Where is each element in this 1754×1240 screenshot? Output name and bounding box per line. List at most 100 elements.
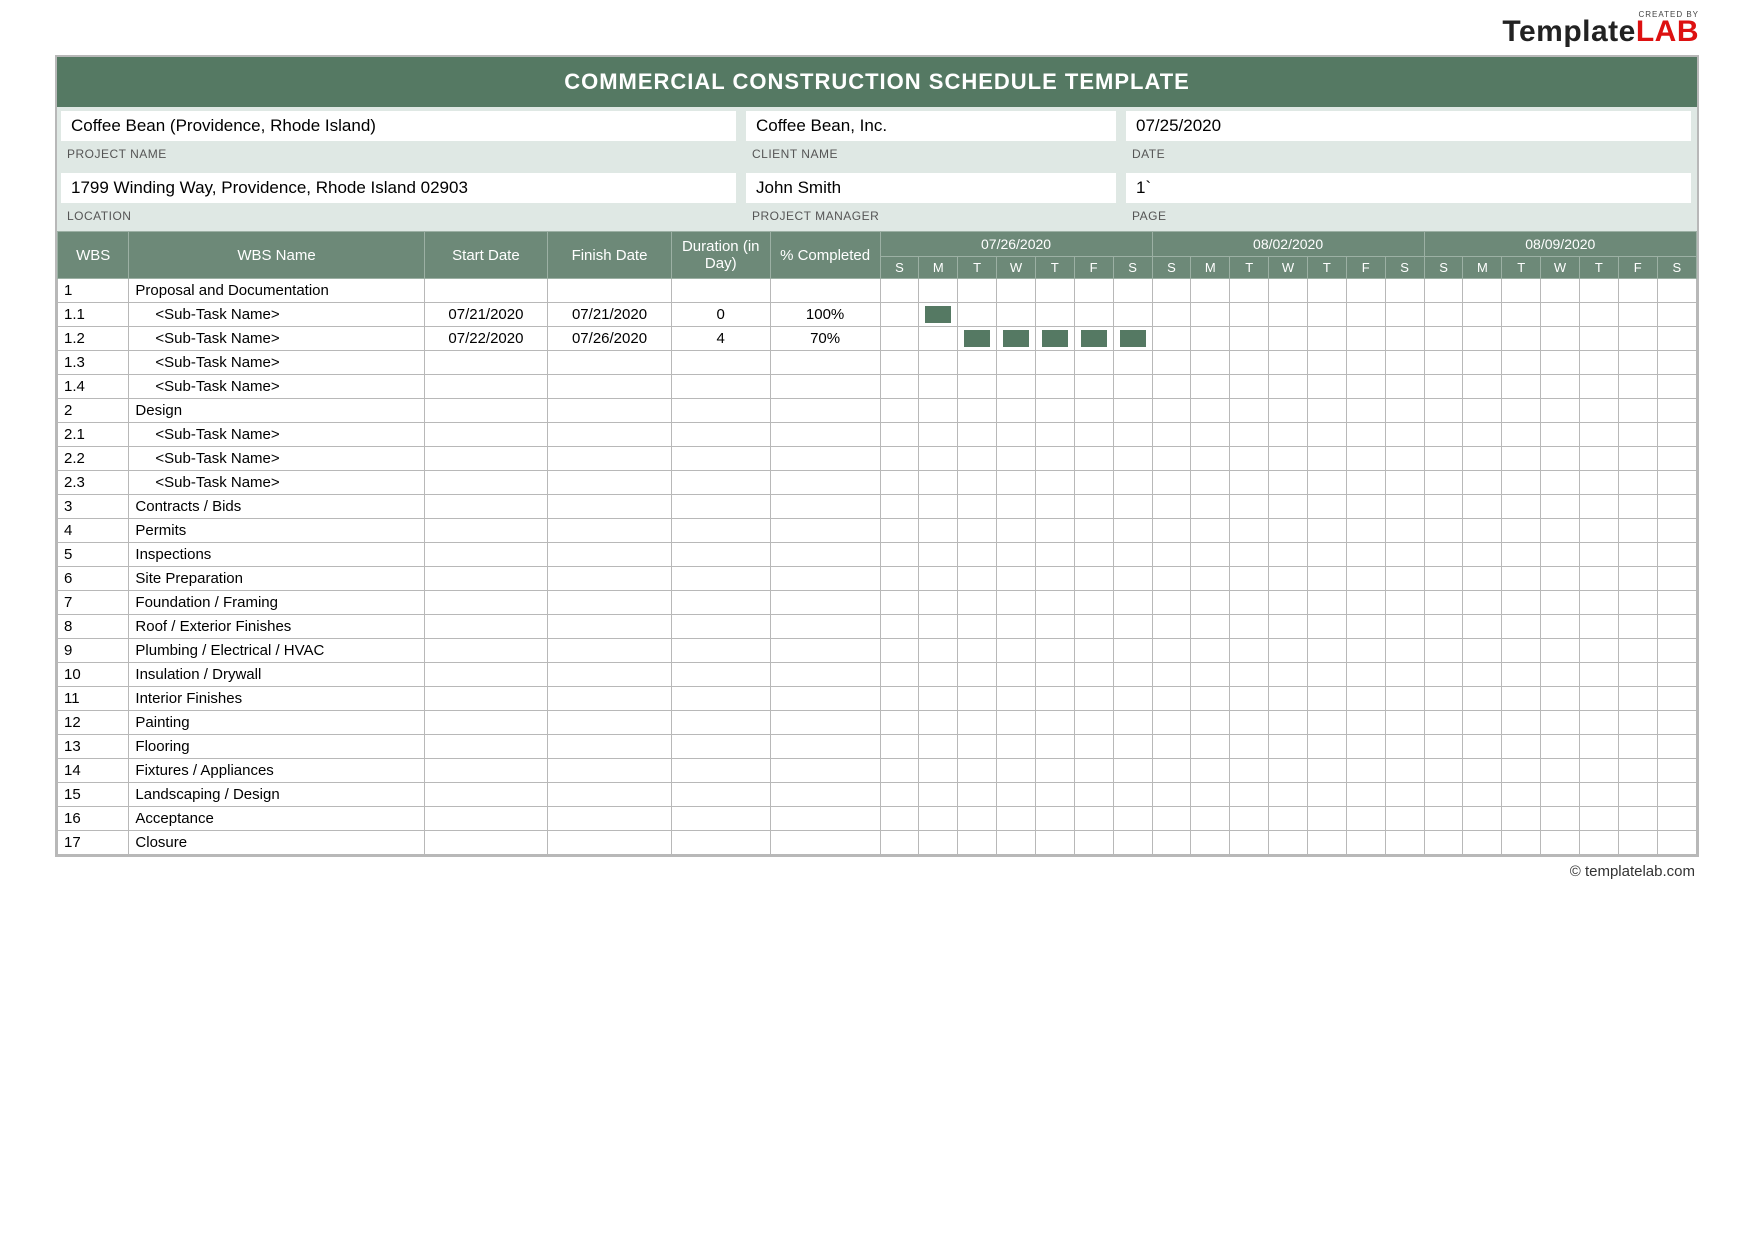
gantt-cell[interactable]	[1502, 711, 1541, 735]
gantt-cell[interactable]	[919, 759, 958, 783]
gantt-cell[interactable]	[1269, 447, 1308, 471]
gantt-cell[interactable]	[1346, 807, 1385, 831]
gantt-cell[interactable]	[1502, 423, 1541, 447]
gantt-cell[interactable]	[1424, 591, 1463, 615]
gantt-cell[interactable]	[1463, 759, 1502, 783]
gantt-cell[interactable]	[958, 279, 997, 303]
gantt-cell[interactable]	[997, 375, 1036, 399]
gantt-cell[interactable]	[958, 783, 997, 807]
cell-name[interactable]: Fixtures / Appliances	[129, 759, 424, 783]
gantt-cell[interactable]	[1113, 519, 1152, 543]
gantt-cell[interactable]	[1152, 735, 1191, 759]
cell-name[interactable]: Permits	[129, 519, 424, 543]
gantt-cell[interactable]	[958, 303, 997, 327]
gantt-cell[interactable]	[1579, 759, 1618, 783]
gantt-cell[interactable]	[1424, 759, 1463, 783]
gantt-cell[interactable]	[1541, 351, 1580, 375]
cell-name[interactable]: Insulation / Drywall	[129, 663, 424, 687]
cell-pct[interactable]	[770, 711, 880, 735]
gantt-cell[interactable]	[1385, 543, 1424, 567]
gantt-cell[interactable]	[880, 327, 919, 351]
gantt-cell[interactable]	[880, 495, 919, 519]
cell-duration[interactable]	[671, 279, 770, 303]
gantt-cell[interactable]	[1346, 447, 1385, 471]
gantt-cell[interactable]	[1307, 279, 1346, 303]
cell-wbs[interactable]: 5	[58, 543, 129, 567]
gantt-cell[interactable]	[1463, 711, 1502, 735]
gantt-cell[interactable]	[1424, 639, 1463, 663]
gantt-cell[interactable]	[958, 759, 997, 783]
gantt-cell[interactable]	[1191, 567, 1230, 591]
gantt-cell[interactable]	[1269, 519, 1308, 543]
cell-start[interactable]	[424, 543, 548, 567]
gantt-cell[interactable]	[880, 615, 919, 639]
gantt-cell[interactable]	[1502, 783, 1541, 807]
gantt-cell[interactable]	[1152, 375, 1191, 399]
gantt-cell[interactable]	[1385, 423, 1424, 447]
gantt-cell[interactable]	[1035, 759, 1074, 783]
gantt-cell[interactable]	[1113, 447, 1152, 471]
gantt-cell[interactable]	[1074, 567, 1113, 591]
gantt-cell[interactable]	[1424, 375, 1463, 399]
gantt-cell[interactable]	[1502, 687, 1541, 711]
gantt-cell[interactable]	[1307, 375, 1346, 399]
gantt-cell[interactable]	[1541, 711, 1580, 735]
gantt-cell[interactable]	[880, 687, 919, 711]
gantt-cell[interactable]	[997, 831, 1036, 855]
cell-finish[interactable]	[548, 471, 672, 495]
gantt-cell[interactable]	[1541, 615, 1580, 639]
gantt-cell[interactable]	[1424, 303, 1463, 327]
gantt-cell[interactable]	[1618, 399, 1657, 423]
gantt-cell[interactable]	[1230, 279, 1269, 303]
cell-name[interactable]: Plumbing / Electrical / HVAC	[129, 639, 424, 663]
gantt-cell[interactable]	[1579, 663, 1618, 687]
gantt-cell[interactable]	[1191, 279, 1230, 303]
gantt-cell[interactable]	[1113, 279, 1152, 303]
cell-duration[interactable]	[671, 711, 770, 735]
gantt-cell[interactable]	[1579, 591, 1618, 615]
gantt-cell[interactable]	[1657, 447, 1696, 471]
gantt-cell[interactable]	[997, 399, 1036, 423]
gantt-cell[interactable]	[919, 711, 958, 735]
gantt-cell[interactable]	[1113, 639, 1152, 663]
gantt-cell[interactable]	[1230, 735, 1269, 759]
gantt-cell[interactable]	[1035, 375, 1074, 399]
gantt-cell[interactable]	[880, 447, 919, 471]
gantt-cell[interactable]	[1541, 279, 1580, 303]
gantt-cell[interactable]	[1424, 279, 1463, 303]
gantt-cell[interactable]	[1424, 783, 1463, 807]
gantt-cell[interactable]	[1230, 567, 1269, 591]
cell-finish[interactable]	[548, 279, 672, 303]
cell-finish[interactable]	[548, 639, 672, 663]
cell-duration[interactable]	[671, 687, 770, 711]
cell-wbs[interactable]: 2	[58, 399, 129, 423]
gantt-cell[interactable]	[880, 783, 919, 807]
gantt-cell[interactable]	[1463, 735, 1502, 759]
gantt-cell[interactable]	[1269, 639, 1308, 663]
gantt-cell[interactable]	[1579, 375, 1618, 399]
gantt-cell[interactable]	[1502, 399, 1541, 423]
gantt-cell[interactable]	[1191, 591, 1230, 615]
gantt-cell[interactable]	[919, 639, 958, 663]
cell-name[interactable]: Inspections	[129, 543, 424, 567]
gantt-cell[interactable]	[1385, 519, 1424, 543]
gantt-cell[interactable]	[1541, 399, 1580, 423]
gantt-cell[interactable]	[1074, 663, 1113, 687]
gantt-cell[interactable]	[1307, 831, 1346, 855]
gantt-cell[interactable]	[919, 783, 958, 807]
cell-wbs[interactable]: 8	[58, 615, 129, 639]
gantt-cell[interactable]	[1385, 279, 1424, 303]
gantt-cell[interactable]	[1657, 807, 1696, 831]
cell-finish[interactable]	[548, 351, 672, 375]
gantt-cell[interactable]	[1346, 591, 1385, 615]
gantt-cell[interactable]	[1269, 783, 1308, 807]
gantt-cell[interactable]	[880, 375, 919, 399]
cell-start[interactable]	[424, 423, 548, 447]
gantt-cell[interactable]	[880, 711, 919, 735]
cell-name[interactable]: Landscaping / Design	[129, 783, 424, 807]
gantt-cell[interactable]	[1502, 567, 1541, 591]
gantt-cell[interactable]	[919, 663, 958, 687]
gantt-cell[interactable]	[1346, 759, 1385, 783]
gantt-cell[interactable]	[1657, 639, 1696, 663]
gantt-cell[interactable]	[1385, 735, 1424, 759]
